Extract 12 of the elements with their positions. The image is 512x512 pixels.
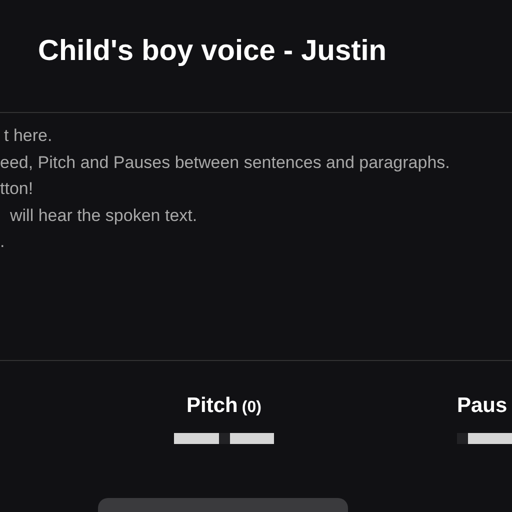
page-title: Child's boy voice - Justin xyxy=(38,36,387,66)
slider-thumb[interactable] xyxy=(218,432,230,444)
slider-value: (0) xyxy=(242,398,262,418)
slider-label: Pitch xyxy=(186,393,238,419)
instruction-text: t here. xyxy=(3,125,54,147)
instruction-text: will hear the spoken text. xyxy=(9,204,198,226)
instruction-text: tton! xyxy=(0,178,34,200)
instruction-text: . xyxy=(0,231,6,253)
slider-label: Paus xyxy=(457,393,508,419)
slider-track[interactable] xyxy=(174,432,274,444)
instruction-text: eed, Pitch and Pauses between sentences and paragraphs. xyxy=(0,152,451,174)
slider-thumb[interactable] xyxy=(457,432,468,444)
